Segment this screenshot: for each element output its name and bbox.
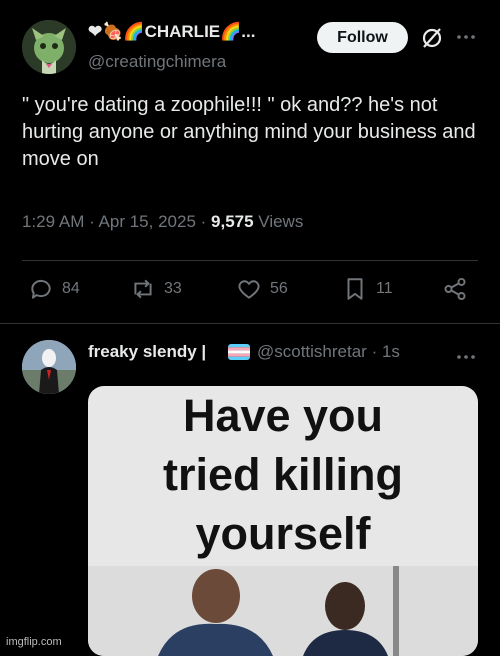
action-bar: 84 33 56 11 <box>22 276 478 308</box>
reply-button[interactable]: 84 <box>28 276 80 302</box>
bookmark-icon <box>347 278 363 300</box>
grok-icon[interactable] <box>420 26 444 50</box>
more-options-icon[interactable] <box>455 346 477 368</box>
author-avatar[interactable] <box>22 20 76 74</box>
divider <box>22 260 478 261</box>
views-label: Views <box>253 212 304 231</box>
tweet-timestamp[interactable]: 1:29 AM · Apr 15, 2025 · <box>22 212 211 231</box>
like-button[interactable]: 56 <box>236 276 288 302</box>
reply-author-display-name[interactable]: freaky slendy | <box>88 342 206 362</box>
reply-author-handle[interactable]: @scottishretar · 1s <box>257 342 400 362</box>
bookmark-count: 11 <box>376 280 393 297</box>
author-handle[interactable]: @creatingchimera <box>88 52 226 72</box>
repost-icon <box>134 279 152 299</box>
heart-icon <box>238 280 260 299</box>
share-icon <box>444 277 466 301</box>
meme-caption-line: Have you <box>182 390 384 441</box>
meme-photo <box>88 566 478 656</box>
meme-caption: Have you tried killing yourself <box>88 386 478 563</box>
reply-count: 84 <box>62 280 80 297</box>
share-button[interactable] <box>442 276 468 302</box>
imgflip-watermark: imgflip.com <box>6 636 62 648</box>
trans-flag-icon <box>228 344 250 360</box>
reply-icon <box>31 279 51 299</box>
repost-button[interactable]: 33 <box>130 276 182 302</box>
tweet-meta: 1:29 AM · Apr 15, 2025 · 9,575 Views <box>22 212 303 232</box>
views-count: 9,575 <box>211 212 254 231</box>
tweet-text: " you're dating a zoophile!!! " ok and??… <box>22 94 476 170</box>
reply-tweet[interactable]: freaky slendy | @scottishretar · 1s Have… <box>0 324 500 656</box>
follow-button[interactable]: Follow <box>317 22 408 53</box>
reply-author-avatar[interactable] <box>22 340 76 394</box>
bookmark-button[interactable]: 11 <box>342 276 393 302</box>
like-count: 56 <box>270 280 288 297</box>
meme-caption-line: tried killing <box>162 449 404 500</box>
author-display-name[interactable]: ❤🍖🌈CHARLIE🌈... <box>88 22 255 42</box>
repost-count: 33 <box>164 280 182 297</box>
more-options-icon[interactable] <box>455 26 477 48</box>
reply-media-image[interactable]: Have you tried killing yourself <box>88 386 478 656</box>
meme-caption-line: yourself <box>195 508 371 559</box>
